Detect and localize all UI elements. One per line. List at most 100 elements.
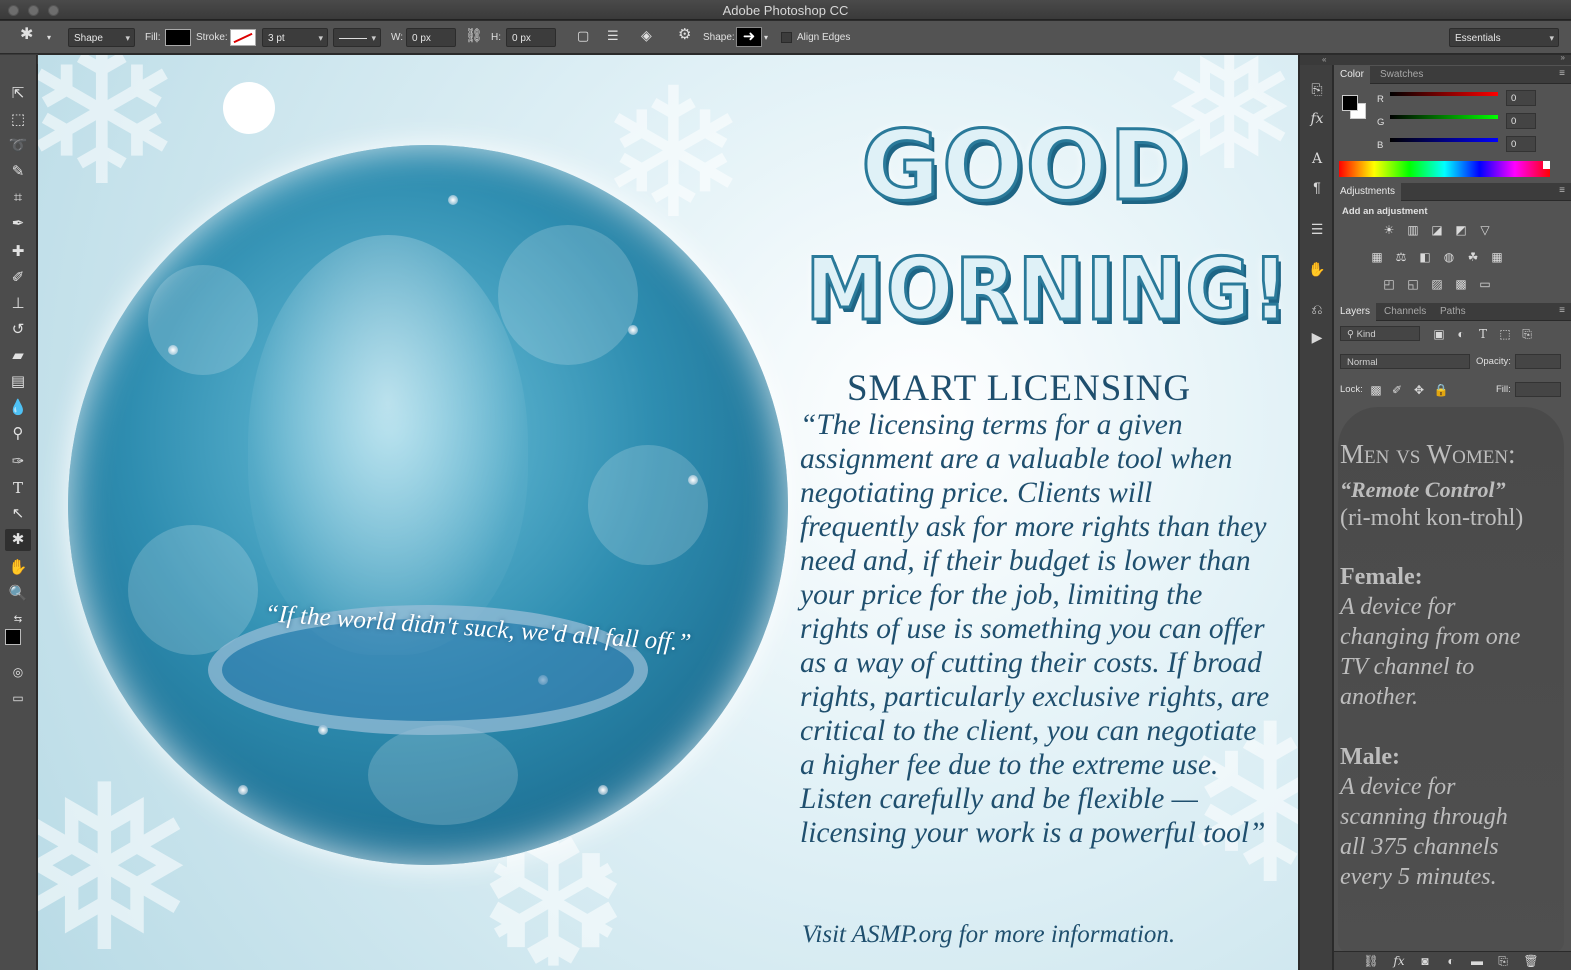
stroke-swatch[interactable] — [230, 29, 256, 46]
styles-fx-icon[interactable]: fx — [1306, 109, 1328, 129]
tab-swatches[interactable]: Swatches — [1374, 66, 1429, 84]
stroke-type-select[interactable] — [333, 28, 381, 48]
crop-tool-icon[interactable]: ⌗ — [5, 187, 31, 209]
black-white-icon[interactable]: ◧ — [1416, 249, 1434, 265]
custom-shape-tool-icon[interactable]: ✱ — [5, 529, 31, 551]
quick-selection-tool-icon[interactable]: ✎ — [5, 161, 31, 183]
quick-mask-icon[interactable]: ◎ — [5, 661, 31, 683]
filter-smart-object-icon[interactable]: ⎘ — [1518, 326, 1536, 342]
filter-pixel-icon[interactable]: ▣ — [1430, 326, 1448, 342]
lock-transparent-icon[interactable]: ▩ — [1367, 382, 1385, 398]
blend-mode-select[interactable]: Normal — [1340, 354, 1470, 369]
collapse-arrows-icon[interactable]: « — [1300, 55, 1334, 65]
document-canvas[interactable]: ❄ ❄ ❅ ❄ ❅ ❆ “If the world didn't suck, w… — [38, 55, 1298, 970]
type-tool-icon[interactable]: T — [5, 477, 31, 499]
levels-icon[interactable]: ▥ — [1404, 222, 1422, 238]
fill-swatch[interactable] — [165, 29, 191, 46]
brightness-contrast-icon[interactable]: ☀ — [1380, 222, 1398, 238]
play-action-icon[interactable]: ▶ — [1306, 327, 1328, 347]
healing-brush-tool-icon[interactable]: ✚ — [5, 241, 31, 263]
panel-menu-icon[interactable]: ≡ — [1559, 305, 1565, 316]
layer-style-fx-icon[interactable]: fx — [1390, 953, 1408, 969]
marquee-tool-icon[interactable]: ⬚ — [5, 109, 31, 131]
zoom-tool-icon[interactable]: 🔍 — [5, 583, 31, 605]
filter-adjustment-icon[interactable]: ◐ — [1452, 326, 1470, 342]
blur-tool-icon[interactable]: 💧 — [5, 397, 31, 419]
fill-field[interactable] — [1515, 382, 1561, 397]
lock-image-icon[interactable]: ✐ — [1388, 382, 1406, 398]
spectrum-white-swatch[interactable] — [1543, 161, 1550, 169]
curves-icon[interactable]: ◪ — [1428, 222, 1446, 238]
stroke-width-field[interactable]: 3 pt — [262, 28, 328, 48]
tab-channels[interactable]: Channels — [1378, 303, 1432, 321]
b-slider[interactable] — [1390, 138, 1498, 142]
shape-picker-chevron-icon[interactable]: ▾ — [764, 28, 768, 47]
shape-picker-arrow-icon[interactable]: ➜ — [736, 27, 762, 47]
history-panel-icon[interactable]: ⎘ — [1306, 79, 1328, 99]
width-field[interactable]: 0 px — [406, 28, 456, 47]
r-value-field[interactable]: 0 — [1506, 90, 1536, 106]
color-balance-icon[interactable]: ⚖ — [1392, 249, 1410, 265]
path-operations-icon[interactable]: ▢ — [577, 26, 589, 45]
path-selection-tool-icon[interactable]: ↖ — [5, 503, 31, 525]
eraser-tool-icon[interactable]: ▰ — [5, 345, 31, 367]
actions-panel-icon[interactable]: ⎌ — [1306, 299, 1328, 319]
b-value-field[interactable]: 0 — [1506, 136, 1536, 152]
align-edges-checkbox[interactable] — [781, 32, 792, 43]
properties-panel-icon[interactable]: ☰ — [1306, 219, 1328, 239]
add-mask-icon[interactable]: ◙ — [1416, 953, 1434, 969]
history-brush-tool-icon[interactable]: ↺ — [5, 319, 31, 341]
tool-mode-select[interactable]: Shape — [68, 28, 135, 48]
move-tool-icon[interactable]: ⇱ — [5, 83, 31, 105]
photo-filter-icon[interactable]: ◍ — [1440, 249, 1458, 265]
panel-menu-icon[interactable]: ≡ — [1559, 68, 1565, 79]
layer-filter-select[interactable]: ⚲ Kind — [1340, 326, 1420, 341]
g-value-field[interactable]: 0 — [1506, 113, 1536, 129]
selective-color-icon[interactable]: ▩ — [1452, 276, 1470, 292]
lasso-tool-icon[interactable]: ➰ — [5, 135, 31, 157]
path-alignment-icon[interactable]: ☰ — [607, 26, 619, 45]
tool-presets-icon[interactable]: ✋ — [1306, 259, 1328, 279]
foreground-color-swatch[interactable] — [5, 629, 21, 645]
lock-position-icon[interactable]: ✥ — [1410, 382, 1428, 398]
screen-mode-icon[interactable]: ▭ — [5, 687, 31, 709]
r-slider[interactable] — [1390, 92, 1498, 96]
new-layer-icon[interactable]: ⎘ — [1494, 953, 1512, 969]
path-arrangement-icon[interactable]: ◈ — [641, 26, 652, 45]
posterize-icon[interactable]: ◱ — [1404, 276, 1422, 292]
new-adjustment-layer-icon[interactable]: ◐ — [1442, 953, 1460, 969]
gear-icon[interactable]: ⚙ — [678, 25, 691, 44]
vibrance-icon[interactable]: ▽ — [1476, 222, 1494, 238]
opacity-field[interactable] — [1515, 354, 1561, 369]
hand-tool-icon[interactable]: ✋ — [5, 557, 31, 579]
tool-preset-chevron-icon[interactable]: ▾ — [47, 28, 51, 47]
hue-saturation-icon[interactable]: ▦ — [1368, 249, 1386, 265]
link-icon[interactable]: ⛓ — [465, 26, 483, 45]
color-lookup-icon[interactable]: ▦ — [1488, 249, 1506, 265]
exposure-icon[interactable]: ◩ — [1452, 222, 1470, 238]
tab-layers[interactable]: Layers — [1334, 303, 1377, 321]
lock-all-icon[interactable]: 🔒 — [1432, 382, 1450, 398]
threshold-icon[interactable]: ▨ — [1428, 276, 1446, 292]
color-spectrum-ramp[interactable] — [1339, 161, 1550, 177]
delete-layer-icon[interactable]: 🗑 — [1522, 953, 1540, 969]
filter-shape-icon[interactable]: ⬚ — [1496, 326, 1514, 342]
dodge-tool-icon[interactable]: ⚲ — [5, 423, 31, 445]
tab-color[interactable]: Color — [1334, 66, 1370, 84]
tab-adjustments[interactable]: Adjustments — [1334, 183, 1402, 201]
workspace-select[interactable]: Essentials — [1449, 28, 1559, 48]
invert-icon[interactable]: ◰ — [1380, 276, 1398, 292]
link-layers-icon[interactable]: ⛓ — [1362, 953, 1380, 969]
character-panel-icon[interactable]: A — [1306, 149, 1328, 169]
tab-paths[interactable]: Paths — [1434, 303, 1472, 321]
paragraph-panel-icon[interactable]: ¶ — [1306, 177, 1328, 197]
clone-stamp-tool-icon[interactable]: ⊥ — [5, 293, 31, 315]
gradient-tool-icon[interactable]: ▤ — [5, 371, 31, 393]
brush-tool-icon[interactable]: ✐ — [5, 267, 31, 289]
gradient-map-icon[interactable]: ▭ — [1476, 276, 1494, 292]
custom-shape-tool-icon[interactable]: ✱ — [20, 25, 33, 44]
color-foreground-swatch[interactable] — [1342, 95, 1358, 111]
swap-colors-icon[interactable]: ⇆ — [5, 609, 31, 631]
height-field[interactable]: 0 px — [506, 28, 556, 47]
pen-tool-icon[interactable]: ✑ — [5, 451, 31, 473]
